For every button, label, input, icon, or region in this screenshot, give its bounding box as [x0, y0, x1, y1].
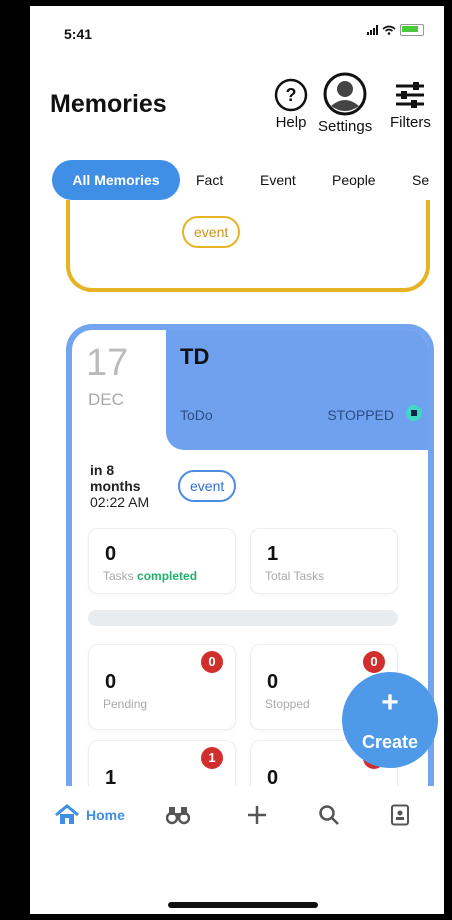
when-time: 02:22 AM	[90, 494, 150, 510]
total-tasks-stat: 1 Total Tasks	[250, 528, 398, 594]
search-icon	[319, 805, 339, 825]
card-title: TD	[180, 344, 210, 369]
when-line2: months	[90, 478, 141, 494]
home-indicator	[168, 902, 318, 908]
caption-prefix: Tasks	[103, 569, 138, 583]
tab-people[interactable]: People	[332, 160, 376, 200]
nav-search[interactable]	[318, 800, 340, 830]
battery-icon	[400, 24, 424, 36]
create-label: Create	[361, 732, 419, 752]
contact-card-icon	[391, 804, 409, 826]
page-title: Memories	[50, 90, 167, 118]
help-label: Help	[275, 114, 307, 131]
card-type: ToDo	[180, 407, 213, 423]
stopped-caption: Stopped	[265, 697, 310, 711]
stopped-badge: 0	[363, 651, 385, 673]
pending-stat[interactable]: 0 Pending 0	[88, 644, 236, 730]
tab-fact[interactable]: Fact	[196, 160, 223, 200]
bottom-nav: Home	[30, 786, 444, 856]
progress-bar	[88, 610, 398, 626]
filters-button[interactable]: Filters	[390, 78, 431, 131]
nav-explore[interactable]	[166, 800, 190, 830]
previous-card-tag: event	[182, 216, 241, 248]
filters-label: Filters	[390, 114, 431, 131]
plus-icon: +	[381, 686, 399, 719]
nav-home-label: Home	[86, 807, 125, 823]
card-status: STOPPED	[327, 407, 394, 423]
tab-all-memories[interactable]: All Memories	[52, 160, 180, 200]
tasks-completed-value: 0	[105, 543, 117, 565]
help-button[interactable]: ? Help	[274, 78, 308, 131]
pending-badge: 0	[201, 651, 223, 673]
row3-left-badge: 1	[201, 747, 223, 769]
tasks-completed-caption: Tasks completed	[103, 569, 197, 583]
date-day: 17	[86, 342, 129, 384]
tasks-completed-stat: 0 Tasks completed	[88, 528, 236, 594]
create-button[interactable]: + Create	[342, 672, 438, 768]
date-month: DEC	[88, 390, 124, 409]
nav-contacts[interactable]	[390, 800, 410, 830]
status-time: 5:41	[64, 26, 93, 42]
profile-avatar-icon	[323, 72, 367, 116]
when-info: in 8 months 02:22 AM	[90, 462, 149, 510]
caption-completed: completed	[137, 569, 198, 583]
status-icons	[367, 24, 424, 36]
filters-icon	[396, 82, 425, 108]
settings-label: Settings	[318, 118, 373, 135]
card-tag: event	[178, 470, 237, 502]
settings-button[interactable]: Settings	[318, 72, 373, 135]
phone-screen: 5:41 Memories ? Help Settings Filters ev…	[30, 6, 444, 914]
nav-add[interactable]	[246, 800, 268, 830]
stopped-icon	[406, 405, 422, 421]
home-icon	[55, 804, 79, 824]
signal-icon	[367, 25, 378, 35]
pending-value: 0	[105, 671, 117, 693]
pending-caption: Pending	[103, 697, 148, 711]
svg-text:?: ?	[286, 85, 297, 105]
binoculars-icon	[166, 807, 190, 825]
card-header: TD ToDo STOPPED	[166, 330, 428, 450]
tab-partial[interactable]: Se	[412, 160, 429, 200]
help-icon: ?	[274, 78, 308, 112]
nav-home[interactable]: Home	[54, 800, 125, 830]
tab-event[interactable]: Event	[260, 160, 296, 200]
category-tabs: All Memories Fact Event People Se	[30, 160, 444, 200]
total-tasks-value: 1	[267, 543, 279, 565]
wifi-icon	[382, 25, 396, 35]
when-line1: in 8	[90, 462, 115, 478]
add-icon	[248, 806, 266, 824]
stopped-value: 0	[267, 671, 279, 693]
total-tasks-caption: Total Tasks	[265, 569, 325, 583]
